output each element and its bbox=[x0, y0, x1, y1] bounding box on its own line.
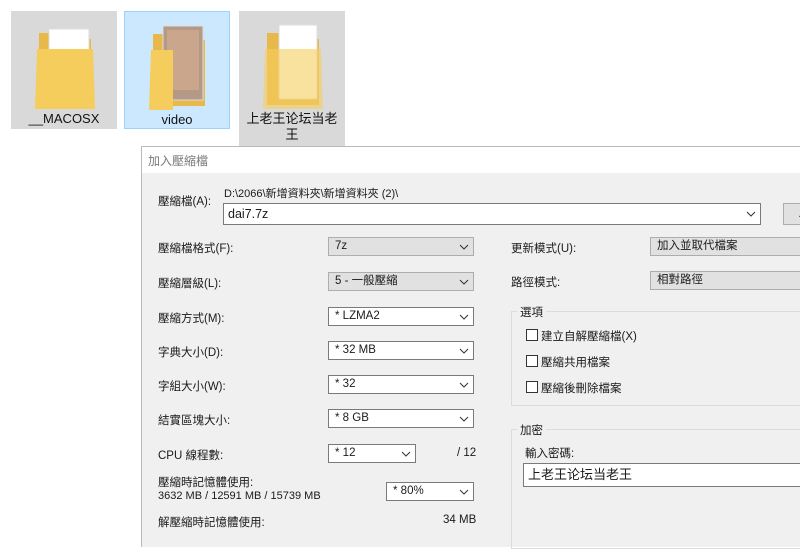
delete-after-checkbox[interactable] bbox=[526, 381, 538, 393]
solid-label: 結實區塊大小: bbox=[158, 415, 231, 427]
chevron-down-icon bbox=[459, 279, 469, 285]
chevron-down-icon bbox=[459, 489, 469, 495]
folder-macosx[interactable]: __MACOSX bbox=[11, 11, 117, 129]
password-value: 上老王论坛当老王 bbox=[528, 467, 633, 482]
options-title: 選項 bbox=[517, 304, 546, 320]
delete-after-label: 壓縮後刪除檔案 bbox=[541, 383, 622, 395]
word-select[interactable]: * 32 bbox=[328, 375, 474, 394]
pathmode-select[interactable]: 相對路徑 bbox=[650, 271, 800, 290]
format-label: 壓縮檔格式(F): bbox=[158, 243, 234, 255]
dialog-titlebar[interactable] bbox=[142, 147, 800, 173]
solid-value: * 8 GB bbox=[335, 412, 369, 424]
dict-select[interactable]: * 32 MB bbox=[328, 341, 474, 360]
method-label: 壓縮方式(M): bbox=[158, 313, 225, 325]
folder-icon bbox=[35, 28, 95, 109]
folder-label: video bbox=[161, 112, 193, 127]
chevron-down-icon bbox=[401, 451, 411, 457]
archive-filename-combo[interactable]: dai7.7z bbox=[223, 203, 761, 225]
dialog-title: 加入壓縮檔 bbox=[148, 154, 209, 168]
word-label: 字組大小(W): bbox=[158, 381, 226, 393]
chevron-down-icon bbox=[459, 244, 469, 250]
chevron-down-icon bbox=[746, 211, 756, 217]
dict-value: * 32 MB bbox=[335, 344, 376, 356]
chevron-down-icon bbox=[459, 348, 469, 354]
password-input[interactable]: 上老王论坛当老王 bbox=[523, 463, 800, 487]
add-to-archive-dialog: 加入壓縮檔 壓縮檔(A): D:\2066\新增資料夾\新增資料夾 (2)\ d… bbox=[141, 146, 800, 549]
decomp-value: 34 MB bbox=[443, 514, 477, 526]
level-label: 壓縮層級(L): bbox=[158, 278, 222, 290]
word-value: * 32 bbox=[335, 378, 356, 390]
cpu-value: * 12 bbox=[335, 447, 356, 459]
folder-chinese[interactable]: 上老王论坛当老王 bbox=[239, 11, 345, 147]
chevron-down-icon bbox=[459, 382, 469, 388]
update-label: 更新模式(U): bbox=[511, 243, 577, 255]
folder-label: 上老王论坛当老王 bbox=[246, 111, 338, 142]
shared-label: 壓縮共用檔案 bbox=[541, 357, 610, 369]
archive-path: D:\2066\新增資料夾\新增資料夾 (2)\ bbox=[224, 188, 399, 200]
chevron-down-icon bbox=[459, 314, 469, 320]
folder-icon bbox=[263, 24, 323, 109]
dict-label: 字典大小(D): bbox=[158, 347, 224, 359]
format-select[interactable]: 7z bbox=[328, 237, 474, 256]
archive-filename: dai7.7z bbox=[228, 207, 269, 221]
cpu-total: / 12 bbox=[457, 447, 477, 459]
chevron-down-icon bbox=[459, 416, 469, 422]
mem-value: * 80% bbox=[393, 485, 424, 497]
mem-label: 壓縮時記憶體使用: bbox=[158, 477, 254, 489]
archive-label: 壓縮檔(A): bbox=[158, 196, 212, 208]
mem-detail: 3632 MB / 12591 MB / 15739 MB bbox=[158, 490, 321, 502]
folder-icon bbox=[149, 25, 205, 110]
folder-video[interactable]: video bbox=[124, 11, 230, 129]
password-label: 輸入密碼: bbox=[525, 448, 575, 460]
browse-button[interactable]: ... bbox=[783, 203, 800, 225]
level-value: 5 - 一般壓縮 bbox=[335, 275, 398, 287]
sfx-label: 建立自解壓縮檔(X) bbox=[541, 331, 637, 343]
update-select[interactable]: 加入並取代檔案 bbox=[650, 237, 800, 256]
level-select[interactable]: 5 - 一般壓縮 bbox=[328, 272, 474, 291]
folder-label: __MACOSX bbox=[28, 111, 100, 126]
method-select[interactable]: * LZMA2 bbox=[328, 307, 474, 326]
pathmode-label: 路徑模式: bbox=[511, 277, 561, 289]
cpu-label: CPU 線程數: bbox=[158, 450, 224, 462]
sfx-checkbox[interactable] bbox=[526, 329, 538, 341]
format-value: 7z bbox=[335, 240, 348, 252]
solid-select[interactable]: * 8 GB bbox=[328, 409, 474, 428]
mem-select[interactable]: * 80% bbox=[386, 482, 474, 501]
shared-checkbox[interactable] bbox=[526, 355, 538, 367]
method-value: * LZMA2 bbox=[335, 310, 380, 322]
decomp-label: 解壓縮時記憶體使用: bbox=[158, 517, 265, 529]
cpu-select[interactable]: * 12 bbox=[328, 444, 416, 463]
pathmode-value: 相對路徑 bbox=[657, 274, 703, 286]
update-value: 加入並取代檔案 bbox=[657, 240, 738, 252]
encrypt-title: 加密 bbox=[517, 422, 546, 438]
